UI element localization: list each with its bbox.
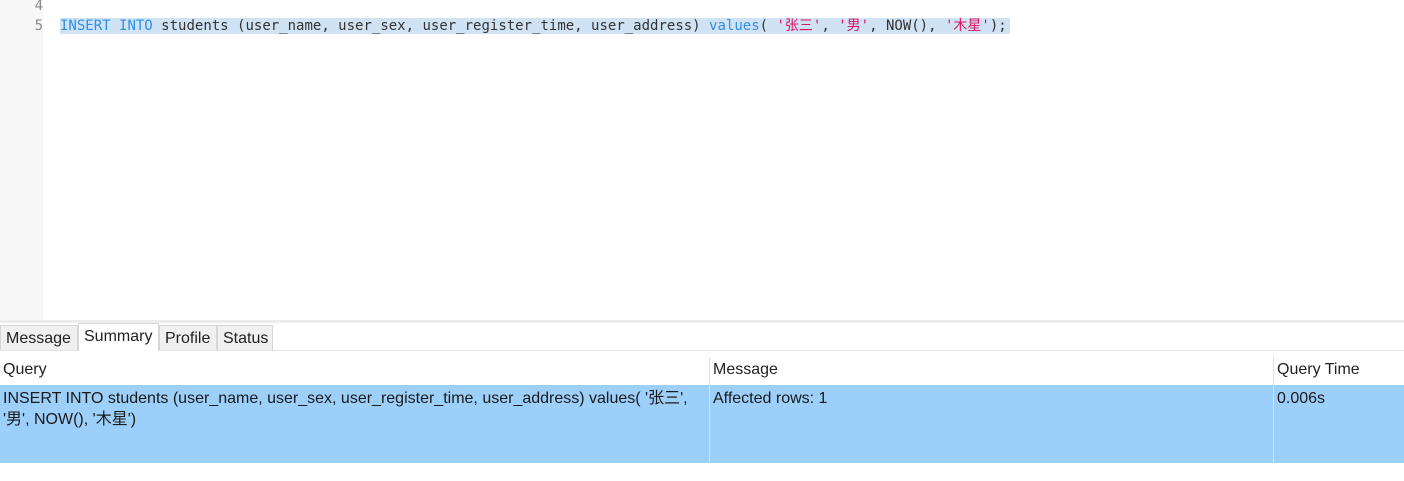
line-number-gutter: 4 5: [0, 0, 43, 320]
sql-editor[interactable]: 4 5 INSERT INTO students (user_name, use…: [0, 0, 1404, 320]
table-columns: students (user_name, user_sex, user_regi…: [161, 18, 701, 34]
result-tabs: Message Summary Profile Status: [0, 323, 1404, 351]
keyword-insert: INSERT: [60, 18, 111, 34]
cell-message: Affected rows: 1: [713, 390, 828, 407]
string-literal: '木星': [945, 18, 990, 34]
table-row[interactable]: INSERT INTO students (user_name, user_se…: [0, 385, 1404, 463]
comma: ,: [928, 18, 937, 34]
tab-message[interactable]: Message: [0, 325, 78, 350]
column-header-query-time[interactable]: Query Time: [1274, 357, 1404, 385]
tab-summary[interactable]: Summary: [78, 323, 159, 351]
function-now: NOW(): [885, 18, 929, 34]
keyword-values: values: [709, 18, 760, 34]
column-divider[interactable]: [709, 357, 710, 463]
string-literal: '张三': [776, 18, 822, 34]
column-header-message[interactable]: Message: [710, 357, 1274, 385]
code-line[interactable]: INSERT INTO students (user_name, user_se…: [60, 16, 1010, 36]
tab-status[interactable]: Status: [217, 325, 273, 350]
close-paren: );: [989, 18, 1007, 34]
summary-table: Query Message Query Time INSERT INTO stu…: [0, 351, 1404, 481]
comma: ,: [869, 18, 878, 34]
selected-text[interactable]: INSERT INTO students (user_name, user_se…: [60, 18, 1010, 34]
comma: ,: [821, 18, 830, 34]
string-literal: '男': [838, 18, 870, 34]
keyword-into: INTO: [119, 18, 153, 34]
cell-query: INSERT INTO students (user_name, user_se…: [3, 390, 688, 428]
line-number: 4: [34, 0, 43, 14]
column-divider[interactable]: [1273, 357, 1274, 463]
column-header-query[interactable]: Query: [0, 357, 710, 385]
cell-query-time: 0.006s: [1277, 390, 1326, 407]
tab-profile[interactable]: Profile: [159, 325, 217, 350]
line-number: 5: [34, 18, 43, 34]
table-header: Query Message Query Time: [0, 357, 1404, 385]
open-paren: (: [759, 18, 769, 34]
